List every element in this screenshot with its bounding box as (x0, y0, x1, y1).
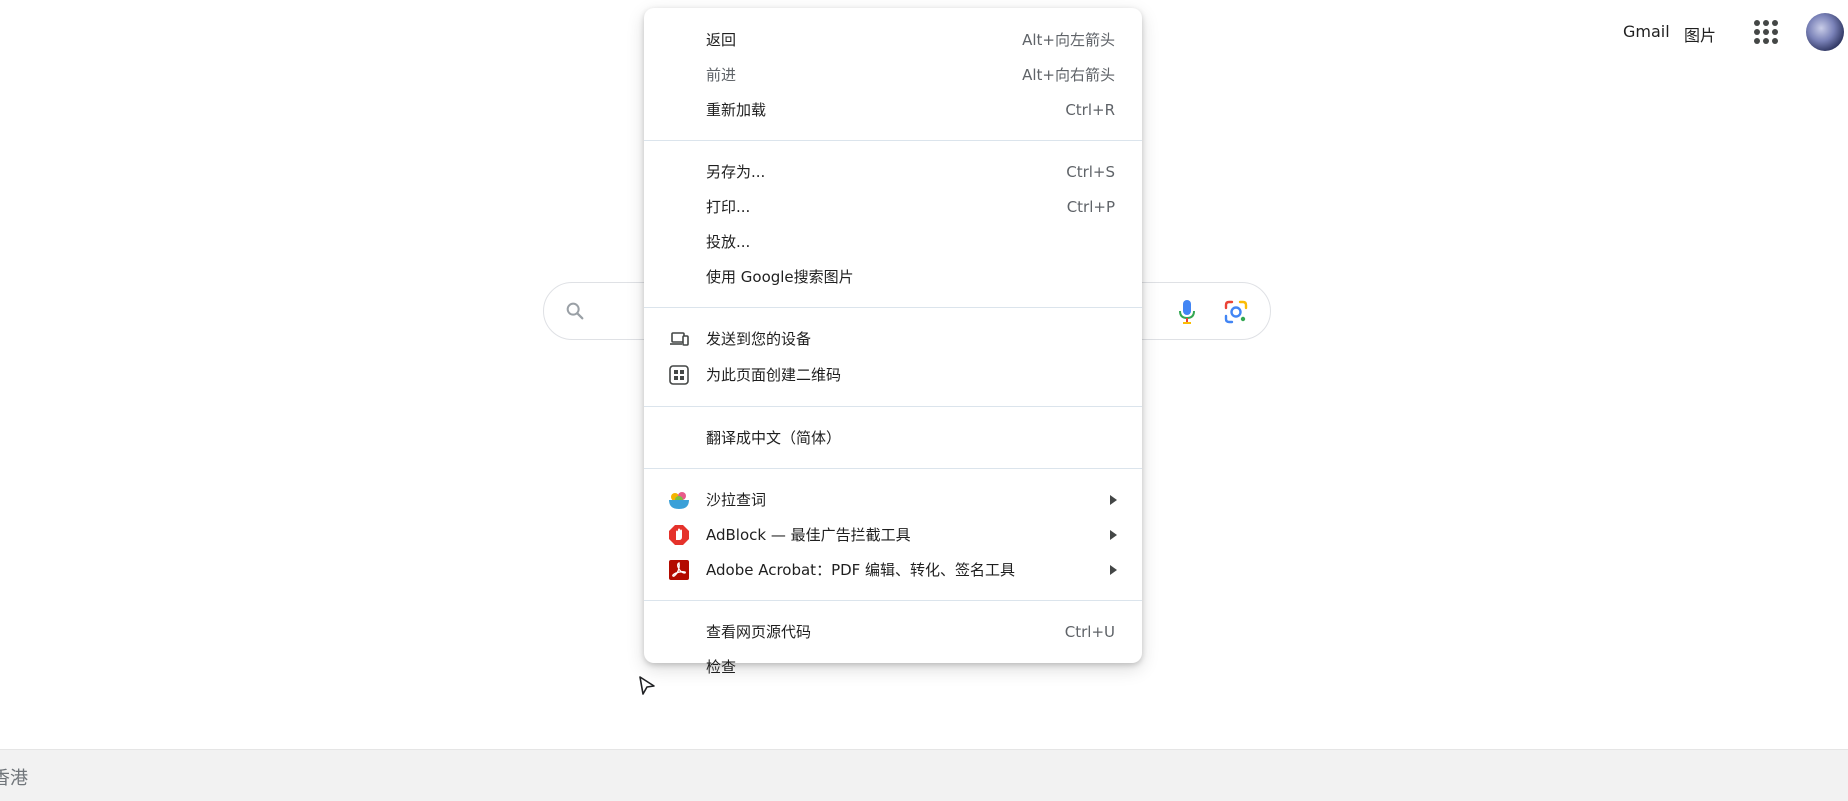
acrobat-icon (668, 559, 690, 581)
menu-item-label: 返回 (706, 31, 737, 49)
footer-region: 香港 (0, 768, 28, 789)
mouse-cursor-icon (639, 676, 655, 695)
google-lens-icon[interactable] (1222, 298, 1250, 326)
menu-item-label: 使用 Google搜索图片 (706, 268, 854, 286)
menu-item-print[interactable]: 打印... Ctrl+P (644, 189, 1142, 224)
menu-item-shortcut: Ctrl+P (1066, 197, 1115, 216)
menu-item-save-as[interactable]: 另存为... Ctrl+S (644, 154, 1142, 189)
menu-item-view-source[interactable]: 查看网页源代码 Ctrl+U (644, 614, 1142, 649)
footer: 香港 (0, 749, 1848, 801)
menu-item-label: 重新加载 (706, 101, 767, 119)
menu-item-back[interactable]: 返回 Alt+向左箭头 (644, 22, 1142, 57)
submenu-arrow-icon (1110, 564, 1117, 575)
images-link[interactable]: 图片 (1684, 22, 1716, 46)
menu-separator (644, 600, 1142, 601)
adblock-icon (668, 524, 690, 546)
menu-item-saladict[interactable]: 沙拉查词 (644, 482, 1142, 517)
menu-item-label: 翻译成中文（简体） (706, 429, 842, 447)
submenu-arrow-icon (1110, 529, 1117, 540)
menu-item-send-to-devices[interactable]: 发送到您的设备 (644, 321, 1142, 356)
menu-item-translate[interactable]: 翻译成中文（简体） (644, 420, 1142, 455)
menu-item-search-images[interactable]: 使用 Google搜索图片 (644, 259, 1142, 294)
search-icon (566, 302, 584, 320)
menu-item-adobe-acrobat[interactable]: Adobe Acrobat：PDF 编辑、转化、签名工具 (644, 552, 1142, 587)
menu-item-label: 查看网页源代码 (706, 623, 812, 641)
menu-item-create-qr-code[interactable]: 为此页面创建二维码 (644, 356, 1142, 393)
submenu-arrow-icon (1110, 494, 1117, 505)
gmail-link[interactable]: Gmail (1623, 22, 1670, 41)
menu-item-shortcut: Alt+向右箭头 (1022, 66, 1115, 84)
qr-code-icon (668, 364, 690, 386)
menu-separator (644, 468, 1142, 469)
microphone-icon[interactable] (1174, 298, 1200, 326)
menu-item-label: Adobe Acrobat：PDF 编辑、转化、签名工具 (706, 561, 1016, 579)
menu-item-label: 投放... (706, 233, 751, 251)
menu-item-label: 沙拉查词 (706, 491, 767, 509)
menu-item-shortcut: Ctrl+R (1065, 100, 1115, 119)
menu-item-label: 发送到您的设备 (706, 330, 812, 348)
menu-item-reload[interactable]: 重新加载 Ctrl+R (644, 92, 1142, 127)
menu-item-label: 另存为... (706, 163, 766, 181)
menu-item-cast[interactable]: 投放... (644, 224, 1142, 259)
menu-item-label: 打印... (706, 198, 751, 216)
account-avatar[interactable] (1806, 13, 1844, 51)
menu-item-label: AdBlock — 最佳广告拦截工具 (706, 526, 911, 544)
menu-item-adblock[interactable]: AdBlock — 最佳广告拦截工具 (644, 517, 1142, 552)
menu-item-label: 前进 (706, 66, 737, 84)
menu-separator (644, 307, 1142, 308)
menu-item-label: 为此页面创建二维码 (706, 366, 842, 384)
menu-item-forward[interactable]: 前进 Alt+向右箭头 (644, 57, 1142, 92)
menu-item-label: 检查 (706, 658, 737, 676)
devices-icon (668, 328, 690, 350)
google-apps-icon[interactable] (1750, 16, 1780, 46)
menu-item-shortcut: Ctrl+U (1064, 622, 1115, 641)
saladict-icon (668, 489, 690, 511)
menu-item-shortcut: Ctrl+S (1066, 162, 1115, 181)
menu-item-shortcut: Alt+向左箭头 (1022, 31, 1115, 49)
menu-separator (644, 140, 1142, 141)
menu-item-inspect[interactable]: 检查 (644, 649, 1142, 684)
context-menu: 返回 Alt+向左箭头 前进 Alt+向右箭头 重新加载 Ctrl+R 另存为.… (644, 8, 1142, 676)
menu-separator (644, 406, 1142, 407)
